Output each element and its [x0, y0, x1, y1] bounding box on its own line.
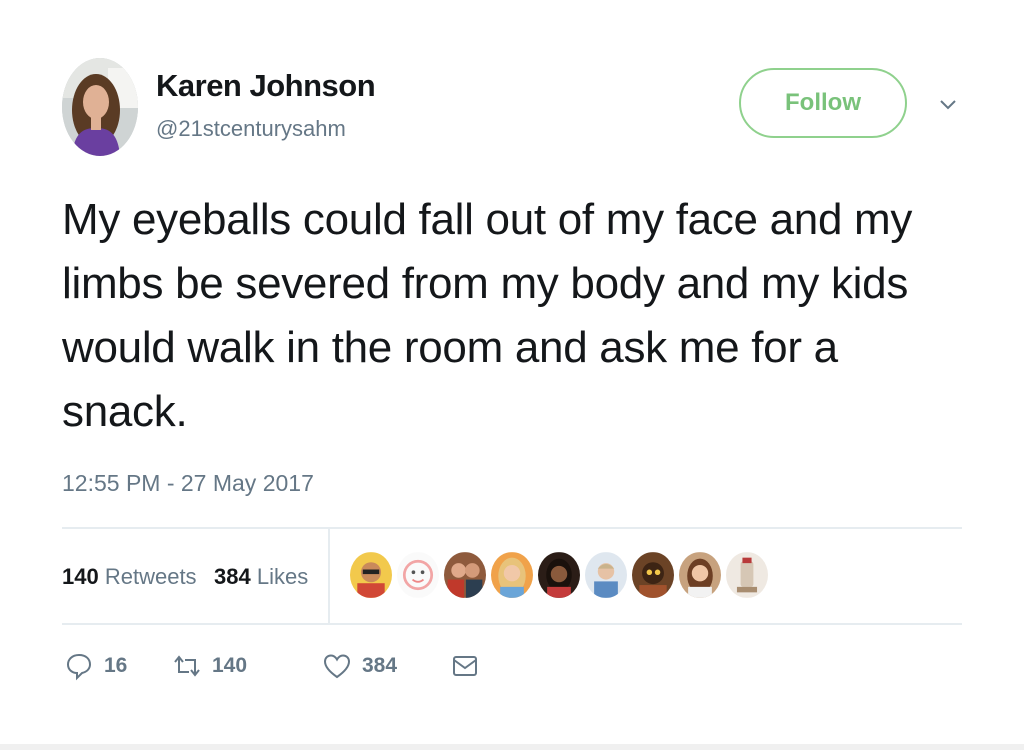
liker-avatar[interactable] — [489, 550, 535, 600]
tweet-text: My eyeballs could fall out of my face an… — [62, 195, 913, 436]
stats-separator — [328, 528, 330, 623]
retweets-label: Retweets — [104, 564, 197, 589]
retweets-stat[interactable]: 140 Retweets — [62, 564, 197, 590]
liker-avatar[interactable] — [442, 550, 488, 600]
tweet-timestamp[interactable]: 12:55 PM - 27 May 2017 — [62, 470, 314, 497]
liker-avatar[interactable] — [583, 550, 629, 600]
heart-icon — [323, 654, 351, 679]
divider — [62, 623, 962, 625]
retweets-count: 140 — [62, 564, 99, 589]
tweet-card: Karen Johnson @21stcenturysahm Follow My… — [0, 0, 1024, 750]
tweet-stats: 140 Retweets 384 Likes — [62, 528, 962, 623]
direct-message-icon — [453, 656, 477, 676]
author-handle[interactable]: @21stcenturysahm — [156, 116, 346, 142]
reply-button[interactable]: 16 — [64, 646, 127, 686]
liker-avatar[interactable] — [724, 550, 770, 600]
liker-avatar[interactable] — [395, 550, 441, 600]
liker-avatar[interactable] — [348, 550, 394, 600]
author-avatar[interactable] — [62, 58, 138, 156]
liker-avatar[interactable] — [536, 550, 582, 600]
likes-label: Likes — [256, 564, 309, 589]
likes-stat[interactable]: 384 Likes — [214, 564, 308, 590]
liker-avatar[interactable] — [630, 550, 676, 600]
liker-avatar[interactable] — [677, 550, 723, 600]
author-name[interactable]: Karen Johnson — [156, 68, 376, 104]
tweet-actions: 16 140 384 — [62, 646, 562, 686]
follow-button[interactable]: Follow — [739, 68, 907, 138]
retweet-button[interactable]: 140 — [172, 646, 247, 686]
tweet-header: Karen Johnson @21stcenturysahm Follow — [62, 58, 972, 158]
bottom-border — [0, 744, 1024, 750]
retweet-count: 140 — [212, 654, 248, 677]
retweet-icon — [174, 655, 200, 677]
direct-message-button[interactable] — [450, 646, 480, 686]
likes-count: 384 — [214, 564, 251, 589]
reply-count: 16 — [104, 654, 128, 677]
chevron-down-icon[interactable] — [936, 92, 960, 116]
like-button[interactable]: 384 — [322, 646, 397, 686]
like-count: 384 — [362, 654, 398, 677]
reply-icon — [66, 653, 92, 681]
avatar-image — [62, 58, 138, 156]
